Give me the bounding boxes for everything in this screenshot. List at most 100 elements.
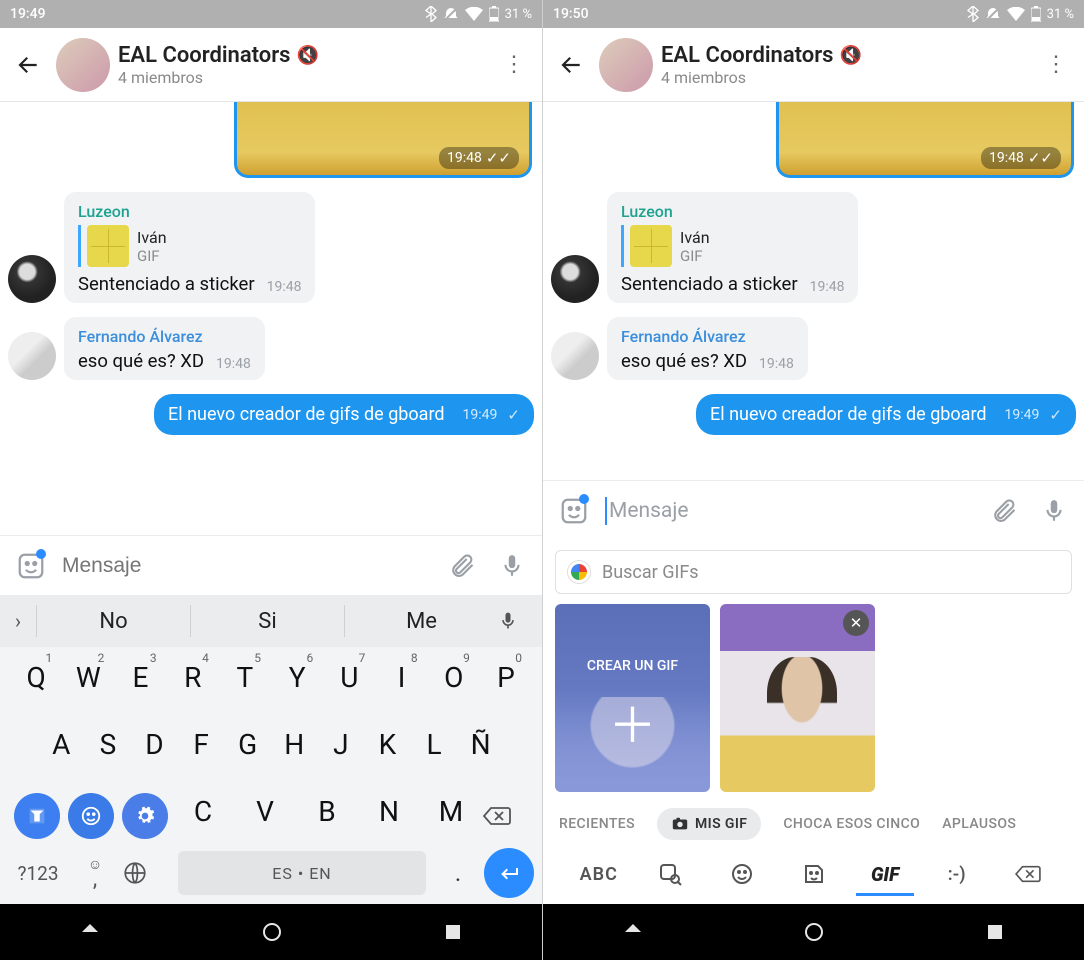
voice-button[interactable]: [492, 546, 532, 586]
nav-recents-button[interactable]: [444, 923, 462, 941]
emoji-key[interactable]: [68, 793, 114, 839]
chat-title-area[interactable]: EAL Coordinators🔇 4 miembros: [118, 43, 494, 87]
emoji-tab[interactable]: [706, 862, 778, 886]
sticker-button[interactable]: [553, 490, 595, 532]
gif-categories[interactable]: RECIENTES MIS GIF CHOCA ESOS CINCO APLAU…: [543, 792, 1084, 852]
gif-panel: Buscar GIFs CREAR UN GIF ＋ ✕ RECIENTES M…: [543, 540, 1084, 904]
key-r[interactable]: R4: [167, 655, 219, 708]
backspace-button[interactable]: [992, 863, 1064, 885]
search-tab[interactable]: [635, 862, 707, 886]
nav-home-button[interactable]: [261, 921, 283, 943]
suggestion[interactable]: Me: [344, 605, 498, 637]
key-f[interactable]: F: [178, 722, 225, 775]
key-l[interactable]: L: [411, 722, 458, 775]
nav-recents-button[interactable]: [986, 923, 1004, 941]
period-key[interactable]: .: [436, 859, 480, 887]
sticker-button[interactable]: [10, 545, 52, 587]
chat-body[interactable]: 19:48✓✓ Luzeon Iván GIF Sentenciado a st…: [0, 102, 542, 535]
comma-key[interactable]: ☺,: [72, 854, 118, 892]
suggestion[interactable]: No: [36, 605, 190, 637]
key-w[interactable]: W2: [62, 655, 114, 708]
key-g[interactable]: G: [224, 722, 271, 775]
outgoing-message[interactable]: El nuevo creador de gifs de gboard 19:49…: [551, 394, 1076, 435]
chat-body[interactable]: 19:48✓✓ Luzeon Iván GIF Sentenciado a st…: [543, 102, 1084, 480]
language-key[interactable]: [122, 860, 168, 886]
key-i[interactable]: I8: [375, 655, 427, 708]
emoticon-tab[interactable]: :-): [921, 864, 993, 885]
outgoing-image-message[interactable]: 19:48✓✓: [776, 102, 1076, 178]
key-p[interactable]: P0: [480, 655, 532, 708]
sticker-tab[interactable]: [778, 862, 850, 886]
enter-key[interactable]: [484, 848, 534, 898]
nav-back-button[interactable]: [623, 922, 643, 942]
key-h[interactable]: H: [271, 722, 318, 775]
key-a[interactable]: A: [38, 722, 85, 775]
key-c[interactable]: C: [172, 789, 234, 842]
abc-tab[interactable]: ABC: [563, 864, 635, 885]
key-b[interactable]: B: [296, 789, 358, 842]
key-s[interactable]: S: [85, 722, 132, 775]
chat-avatar[interactable]: [56, 38, 110, 92]
attach-button[interactable]: [442, 546, 482, 586]
key-t[interactable]: T5: [219, 655, 271, 708]
reply-name: Iván: [137, 228, 167, 247]
attach-button[interactable]: [984, 491, 1024, 531]
nav-home-button[interactable]: [803, 921, 825, 943]
cat-high-five[interactable]: CHOCA ESOS CINCO: [783, 816, 920, 832]
gif-tile[interactable]: ✕: [720, 604, 875, 792]
key-v[interactable]: V: [234, 789, 296, 842]
chat-avatar[interactable]: [599, 38, 653, 92]
voice-typing-button[interactable]: [498, 611, 542, 631]
back-button[interactable]: [8, 45, 48, 85]
sender-avatar[interactable]: [8, 332, 56, 380]
gif-search-bar[interactable]: Buscar GIFs: [555, 550, 1072, 594]
key-u[interactable]: U7: [323, 655, 375, 708]
reply-reference[interactable]: Iván GIF: [78, 225, 301, 267]
keyboard-bottom-row: ?123 ☺, ES • EN .: [0, 842, 542, 904]
cat-recent[interactable]: RECIENTES: [559, 816, 635, 832]
key-j[interactable]: J: [318, 722, 365, 775]
symbols-key[interactable]: ?123: [8, 862, 68, 885]
key-m[interactable]: M: [420, 789, 482, 842]
key-q[interactable]: Q1: [10, 655, 62, 708]
delete-gif-button[interactable]: ✕: [843, 610, 869, 636]
create-gif-tile[interactable]: CREAR UN GIF ＋: [555, 604, 710, 792]
menu-button[interactable]: ⋮: [1036, 45, 1076, 85]
cat-applause[interactable]: APLAUSOS: [942, 816, 1016, 832]
outgoing-message[interactable]: El nuevo creador de gifs de gboard 19:49…: [8, 394, 534, 435]
outgoing-image-message[interactable]: 19:48✓✓: [234, 102, 534, 178]
nav-back-button[interactable]: [80, 922, 100, 942]
key-y[interactable]: Y6: [271, 655, 323, 708]
incoming-message[interactable]: Luzeon Iván GIF Sentenciado a sticker 19…: [551, 192, 1076, 303]
key-e[interactable]: E3: [114, 655, 166, 708]
key-ñ[interactable]: Ñ: [457, 722, 504, 775]
key-o[interactable]: O9: [428, 655, 480, 708]
back-button[interactable]: [551, 45, 591, 85]
incoming-message[interactable]: Fernando Álvarez eso qué es? XD 19:48: [551, 317, 1076, 380]
battery-icon: [1031, 6, 1041, 22]
reply-reference[interactable]: Iván GIF: [621, 225, 844, 267]
sender-avatar[interactable]: [8, 255, 56, 303]
backspace-key[interactable]: [482, 804, 532, 828]
gif-search-placeholder: Buscar GIFs: [602, 562, 699, 583]
sender-avatar[interactable]: [551, 332, 599, 380]
incoming-message[interactable]: Fernando Álvarez eso qué es? XD 19:48: [8, 317, 534, 380]
cat-my-gifs[interactable]: MIS GIF: [657, 808, 761, 840]
incoming-message[interactable]: Luzeon Iván GIF Sentenciado a sticker 19…: [8, 192, 534, 303]
suggestion[interactable]: Si: [190, 605, 344, 637]
bluetooth-icon: [967, 6, 979, 22]
settings-key[interactable]: [122, 793, 168, 839]
menu-button[interactable]: ⋮: [494, 45, 534, 85]
space-key[interactable]: ES • EN: [178, 851, 426, 895]
expand-suggestions-button[interactable]: ›: [0, 609, 36, 633]
voice-button[interactable]: [1034, 491, 1074, 531]
sender-avatar[interactable]: [551, 255, 599, 303]
key-k[interactable]: K: [364, 722, 411, 775]
message-input[interactable]: Mensaje: [605, 497, 974, 525]
key-d[interactable]: D: [131, 722, 178, 775]
chat-title-area[interactable]: EAL Coordinators🔇 4 miembros: [661, 43, 1036, 87]
gif-tab[interactable]: GIF: [849, 863, 921, 886]
shift-key[interactable]: [14, 793, 60, 839]
key-n[interactable]: N: [358, 789, 420, 842]
message-input[interactable]: [62, 554, 432, 578]
